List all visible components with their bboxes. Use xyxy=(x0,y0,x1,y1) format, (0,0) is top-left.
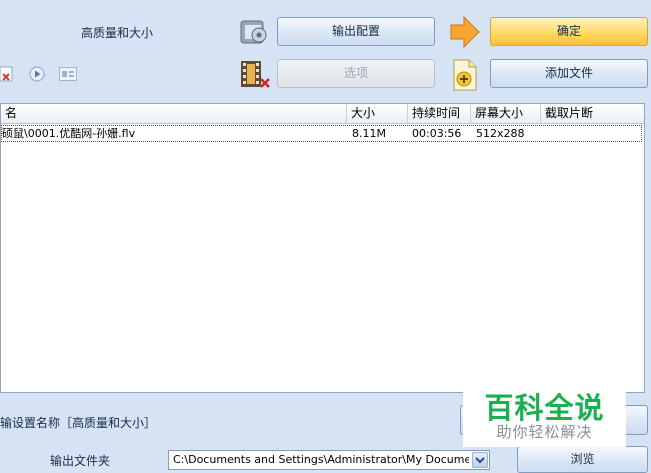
row-file-name: 硕鼠\0001.优酷网-孙姗.flv xyxy=(2,127,136,140)
remove-icon[interactable] xyxy=(0,66,14,82)
column-clip[interactable]: 截取片断 xyxy=(540,104,644,123)
confirm-button[interactable]: 确定 xyxy=(490,17,648,46)
row-resolution: 512x288 xyxy=(476,127,525,140)
output-folder-label: 输出文件夹 xyxy=(50,454,111,468)
add-file-button[interactable]: 添加文件 xyxy=(490,59,648,88)
watermark-subtitle: 助你轻松解决 xyxy=(496,423,593,441)
output-config-icon xyxy=(240,20,267,44)
arrow-right-icon xyxy=(450,16,480,48)
watermark-logo: 百科全说 助你轻松解决 xyxy=(463,381,626,447)
file-list[interactable]: 名 大小 持续时间 屏幕大小 截取片断 硕鼠\0001.优酷网-孙姗.flv 8… xyxy=(0,103,645,393)
profile-name-label: 输设置名称［高质量和大小］ xyxy=(0,416,157,430)
column-resolution[interactable]: 屏幕大小 xyxy=(470,104,540,123)
chevron-down-icon xyxy=(475,457,485,464)
profile-label: 高质量和大小 xyxy=(81,26,154,40)
table-row[interactable]: 硕鼠\0001.优酷网-孙姗.flv 8.11M 00:03:56 512x28… xyxy=(1,125,642,142)
browse-button[interactable]: 浏览 xyxy=(517,446,648,473)
output-path-combo[interactable]: C:\Documents and Settings\Administrator\… xyxy=(168,450,490,470)
row-file-size: 8.11M xyxy=(352,127,386,140)
film-icon xyxy=(241,61,270,88)
column-size[interactable]: 大小 xyxy=(346,104,407,123)
column-name[interactable]: 名 xyxy=(1,104,346,123)
column-duration[interactable]: 持续时间 xyxy=(407,104,470,123)
row-clip xyxy=(542,126,546,141)
add-file-icon xyxy=(453,59,477,91)
output-path-value: C:\Documents and Settings\Administrator\… xyxy=(173,453,469,466)
info-icon[interactable] xyxy=(59,67,77,81)
dropdown-button[interactable] xyxy=(472,452,488,468)
play-icon[interactable] xyxy=(29,66,45,82)
file-list-header: 名 大小 持续时间 屏幕大小 截取片断 xyxy=(1,104,644,124)
row-duration: 00:03:56 xyxy=(412,127,462,140)
options-button[interactable]: 选项 xyxy=(277,59,435,88)
output-config-button[interactable]: 输出配置 xyxy=(277,17,435,46)
